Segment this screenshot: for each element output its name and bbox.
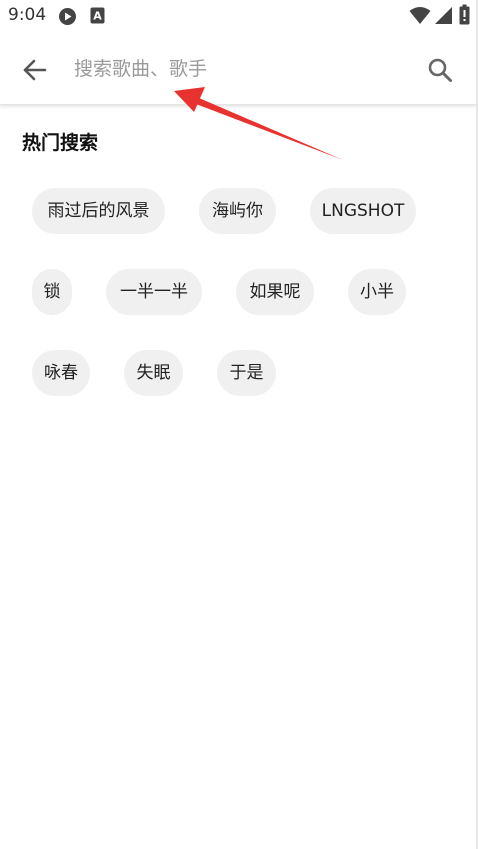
hot-tag[interactable]: 于是 (217, 350, 276, 396)
hot-tag[interactable]: 小半 (348, 269, 406, 315)
back-button[interactable] (20, 55, 50, 85)
status-time: 9:04 (8, 5, 47, 25)
hot-tag[interactable]: 一半一半 (106, 269, 202, 315)
hot-tag[interactable]: 失眠 (124, 350, 183, 396)
hot-tag[interactable]: 咏春 (32, 350, 90, 396)
svg-text:A: A (93, 10, 102, 23)
magnifier-icon (428, 58, 452, 82)
play-circle-icon (59, 8, 76, 25)
wifi-icon (409, 7, 431, 24)
hot-tag[interactable]: 雨过后的风景 (32, 188, 165, 234)
screen: 9:04 A 搜索歌曲、歌手 热门搜索 雨过后的风景 海屿你 LNGSHOT 锁… (0, 0, 478, 849)
hot-search-title: 热门搜索 (22, 132, 99, 154)
arrow-left-icon (23, 59, 47, 81)
hot-tag[interactable]: 如果呢 (236, 269, 314, 315)
a-box-icon: A (90, 7, 105, 24)
hot-tag[interactable]: 锁 (32, 269, 72, 315)
signal-icon (435, 7, 452, 24)
search-header (0, 34, 476, 105)
hot-tag[interactable]: LNGSHOT (310, 188, 416, 234)
hot-tag[interactable]: 海屿你 (199, 188, 276, 234)
battery-icon (459, 4, 470, 25)
status-bar: 9:04 A (0, 0, 476, 33)
search-button[interactable] (424, 54, 456, 86)
search-input[interactable] (74, 51, 404, 87)
